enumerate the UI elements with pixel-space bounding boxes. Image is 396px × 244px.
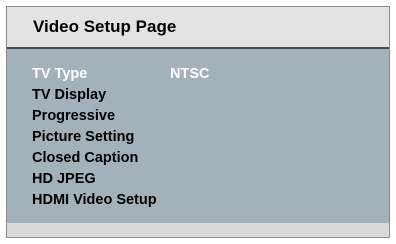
menu-item-label: Closed Caption bbox=[32, 150, 139, 166]
menu-item-label: Progressive bbox=[32, 108, 116, 124]
menu-item-label: Picture Setting bbox=[32, 129, 135, 145]
menu-item-picture-setting[interactable]: Picture Setting bbox=[32, 126, 372, 148]
menu-item-label: HDMI Video Setup bbox=[32, 192, 157, 208]
menu-item-tv-display[interactable]: TV Display bbox=[32, 84, 372, 106]
footer-bar bbox=[7, 223, 389, 237]
menu-item-label: TV Display bbox=[32, 87, 107, 103]
page-title: Video Setup Page bbox=[33, 17, 177, 36]
menu-item-tv-type[interactable]: TV Type NTSC bbox=[32, 63, 372, 85]
menu-panel: TV Type NTSC TV Display Progressive Pict… bbox=[7, 49, 389, 223]
menu-item-hdmi-video-setup[interactable]: HDMI Video Setup bbox=[32, 189, 372, 211]
menu-item-value: NTSC bbox=[170, 66, 210, 82]
osd-window: Video Setup Page TV Type NTSC TV Display… bbox=[6, 6, 390, 238]
menu-item-progressive[interactable]: Progressive bbox=[32, 105, 372, 127]
menu-item-label: TV Type bbox=[32, 66, 88, 82]
menu-item-hd-jpeg[interactable]: HD JPEG bbox=[32, 168, 372, 190]
header-bar: Video Setup Page bbox=[7, 7, 389, 49]
menu-item-closed-caption[interactable]: Closed Caption bbox=[32, 147, 372, 169]
menu-item-label: HD JPEG bbox=[32, 171, 96, 187]
